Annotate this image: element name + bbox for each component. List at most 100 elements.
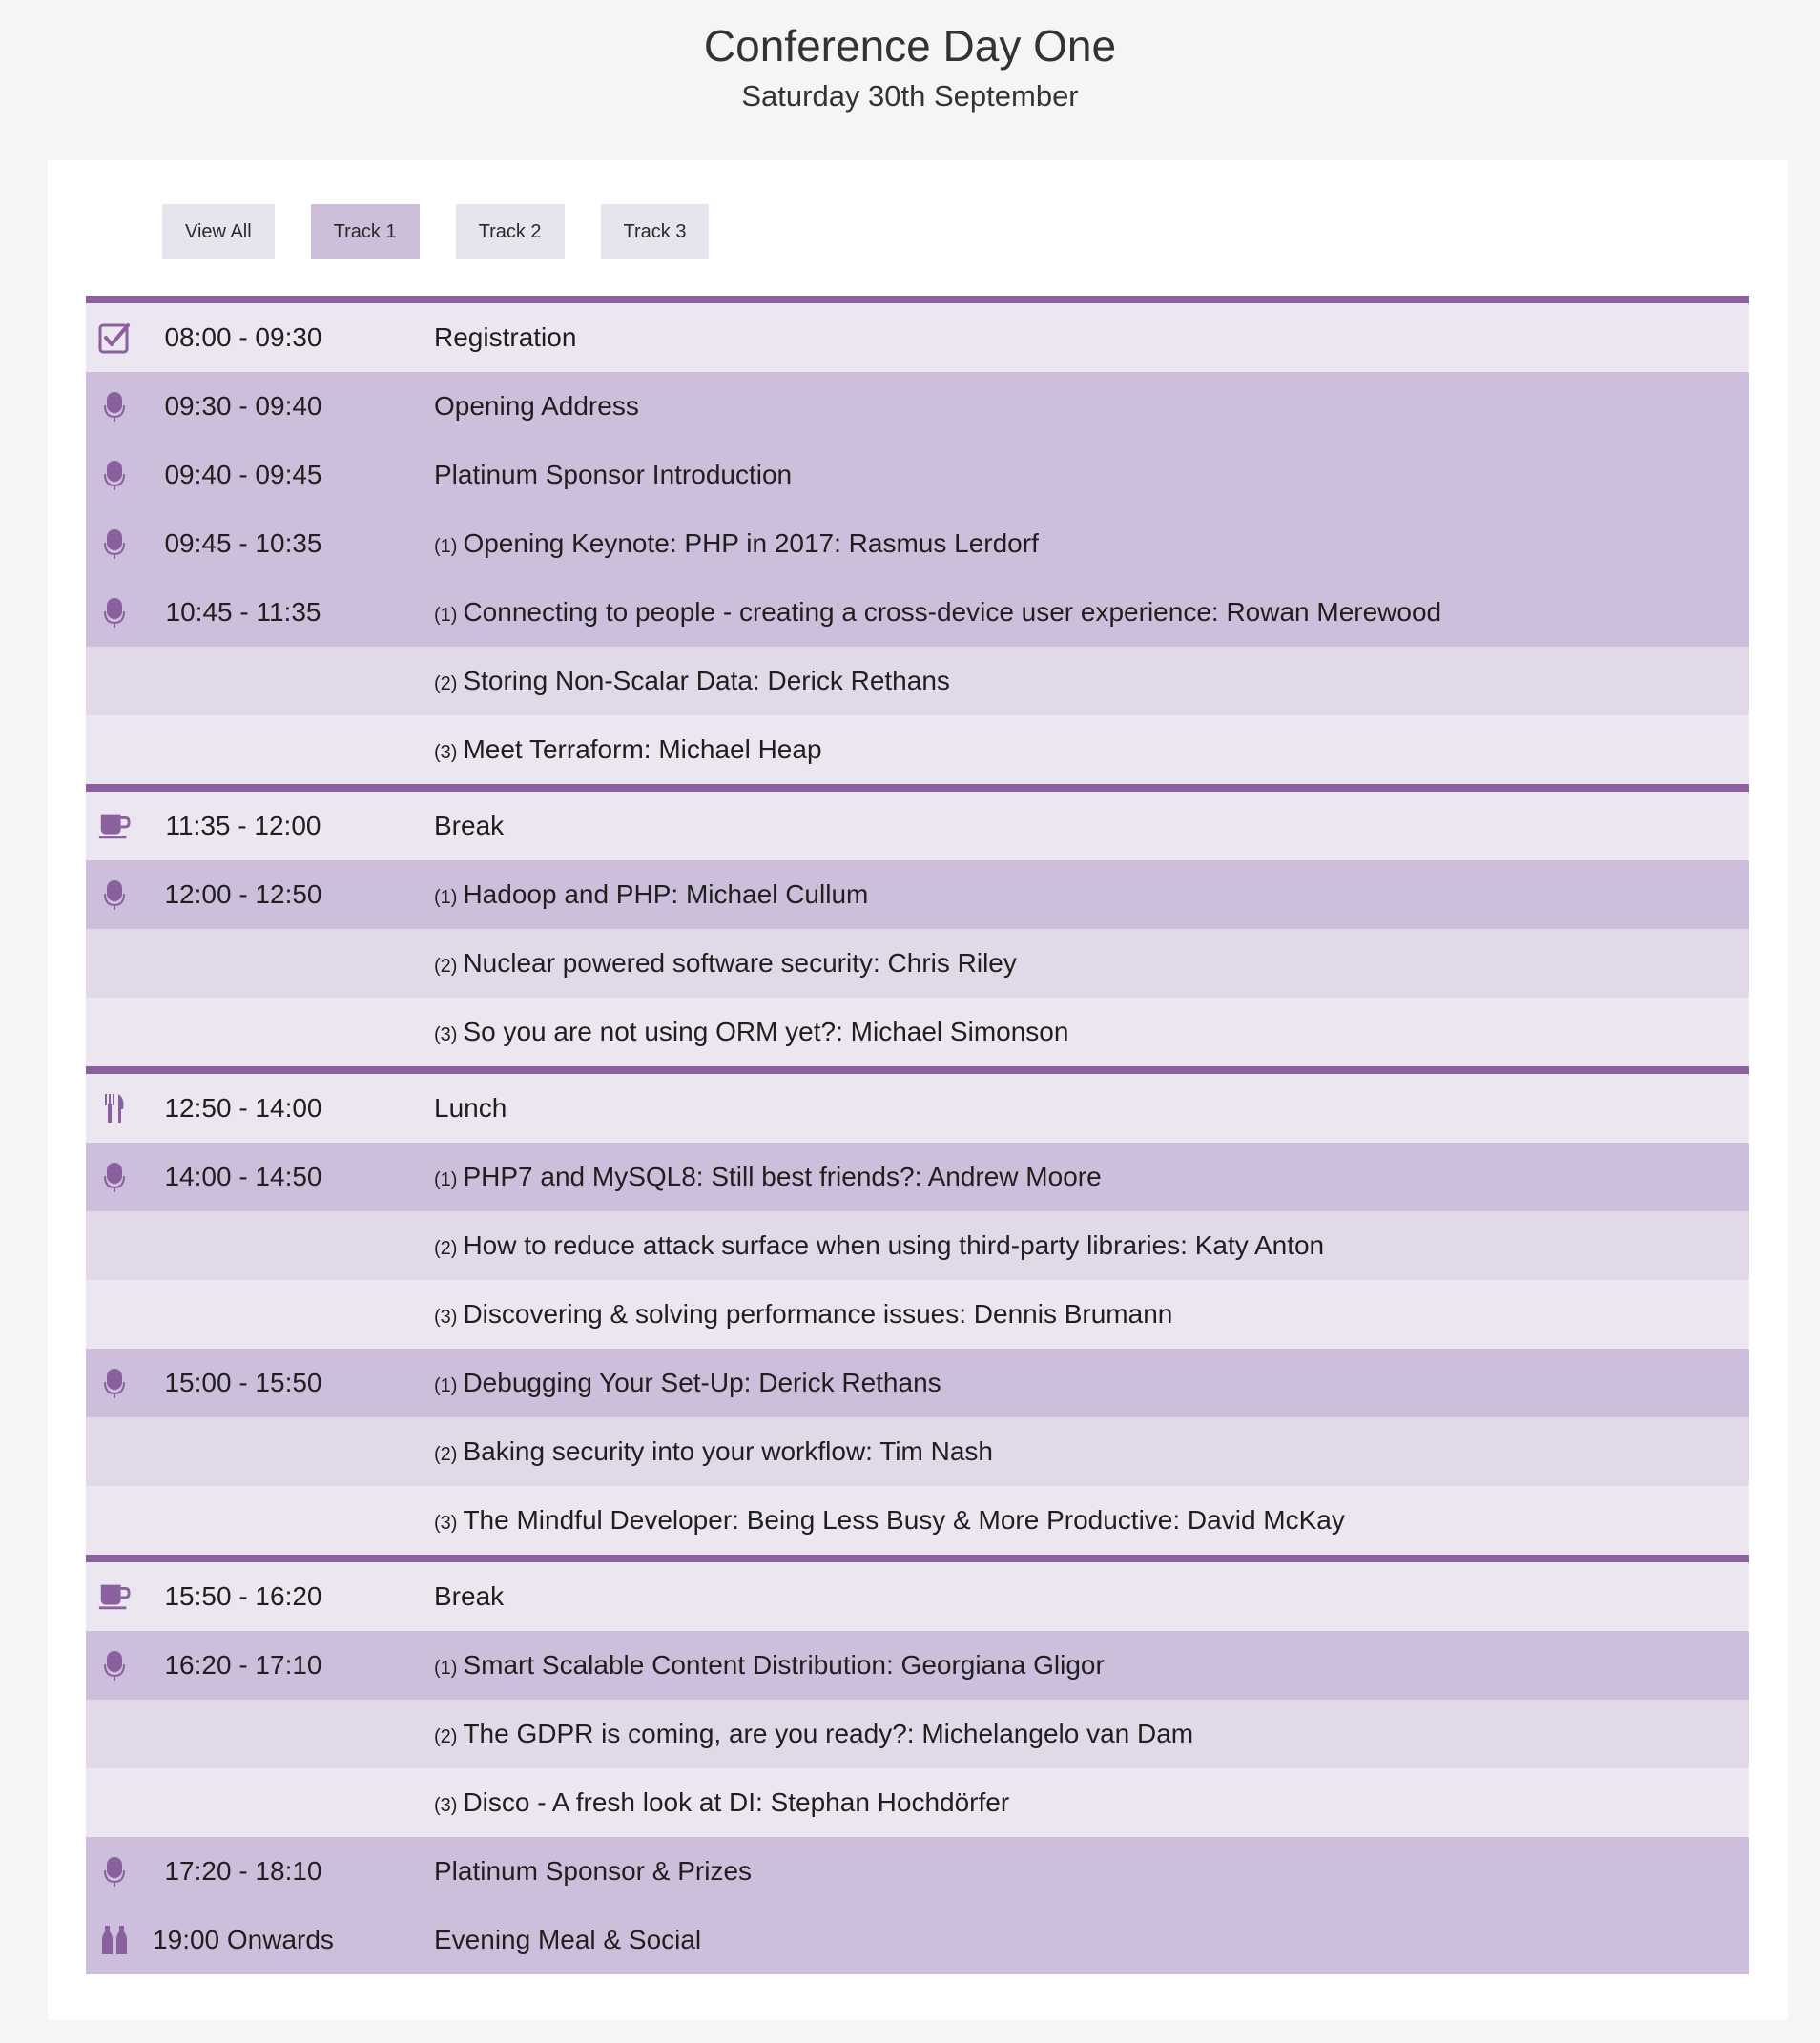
schedule-row: 08:00 - 09:30 Registration [86, 296, 1749, 372]
track-number: (2) [434, 1444, 458, 1465]
session-title: (2) Nuclear powered software security: Ch… [434, 929, 1017, 998]
session-title: (3) The Mindful Developer: Being Less Bus… [434, 1486, 1345, 1555]
microphone-icon [97, 1631, 132, 1700]
schedule-row: 15:00 - 15:50 (1) Debugging Your Set-Up: D… [86, 1349, 1749, 1417]
session-time: 14:00 - 14:50 [164, 1162, 322, 1191]
session-title-text: Smart Scalable Content Distribution: Geo… [463, 1650, 1105, 1680]
track-number: (1) [434, 536, 458, 557]
track-number: (1) [434, 605, 458, 626]
microphone-icon [97, 578, 132, 647]
schedule-row: (2) Baking security into your workflow: T… [86, 1417, 1749, 1486]
schedule-row: 14:00 - 14:50 (1) PHP7 and MySQL8: Still b… [86, 1143, 1749, 1211]
microphone-icon [97, 860, 132, 929]
session-title: Registration [434, 303, 576, 372]
schedule-row: 11:35 - 12:00 Break [86, 784, 1749, 860]
schedule-row: 16:20 - 17:10 (1) Smart Scalable Content D… [86, 1631, 1749, 1700]
schedule-row: 17:20 - 18:10 Platinum Sponsor & Prizes [86, 1837, 1749, 1906]
schedule-row: 09:40 - 09:45 Platinum Sponsor Introducti… [86, 441, 1749, 509]
schedule-row: 19:00 Onwards Evening Meal & Social [86, 1906, 1749, 1974]
coffee-cup-icon [97, 792, 132, 860]
session-title: (3) So you are not using ORM yet?: Michae… [434, 998, 1068, 1066]
session-title-text: Disco - A fresh look at DI: Stephan Hoch… [463, 1787, 1010, 1817]
session-title-text: Lunch [434, 1093, 507, 1123]
schedule-row: 12:00 - 12:50 (1) Hadoop and PHP: Michael … [86, 860, 1749, 929]
session-time: 09:45 - 10:35 [164, 528, 322, 558]
checkbox-icon [97, 303, 132, 372]
session-title: (1) Hadoop and PHP: Michael Cullum [434, 860, 868, 929]
session-time: 11:35 - 12:00 [165, 811, 321, 840]
schedule-row: (3) Discovering & solving performance iss… [86, 1280, 1749, 1349]
session-title: Platinum Sponsor & Prizes [434, 1837, 752, 1906]
schedule-row: 10:45 - 11:35 (1) Connecting to people - c… [86, 578, 1749, 647]
schedule-row: (3) So you are not using ORM yet?: Michae… [86, 998, 1749, 1066]
session-title-text: Registration [434, 322, 577, 352]
session-title-text: PHP7 and MySQL8: Still best friends?: An… [463, 1162, 1102, 1191]
schedule-row: (3) The Mindful Developer: Being Less Bus… [86, 1486, 1749, 1555]
session-title-text: The Mindful Developer: Being Less Busy &… [463, 1505, 1345, 1535]
track-number: (1) [434, 1658, 458, 1679]
microphone-icon [97, 441, 132, 509]
schedule-row: (3) Meet Terraform: Michael Heap [86, 715, 1749, 784]
track-number: (2) [434, 1726, 458, 1747]
track-number: (2) [434, 673, 458, 694]
session-title-text: How to reduce attack surface when using … [463, 1230, 1325, 1260]
session-title: (3) Disco - A fresh look at DI: Stephan H… [434, 1768, 1009, 1837]
microphone-icon [97, 1349, 132, 1417]
session-title-text: Debugging Your Set-Up: Derick Rethans [463, 1368, 941, 1397]
session-title-text: Connecting to people - creating a cross-… [463, 597, 1442, 627]
session-title: Platinum Sponsor Introduction [434, 441, 792, 509]
session-title: (1) Opening Keynote: PHP in 2017: Rasmus … [434, 509, 1039, 578]
track-number: (3) [434, 1795, 458, 1816]
session-time: 12:50 - 14:00 [164, 1093, 322, 1123]
track-number: (3) [434, 1307, 458, 1328]
microphone-icon [97, 509, 132, 578]
cutlery-icon [97, 1074, 132, 1143]
filter-track-3-button[interactable]: Track 3 [600, 204, 710, 259]
session-title-text: Platinum Sponsor Introduction [434, 460, 793, 489]
track-number: (1) [434, 1375, 458, 1396]
session-time: 16:20 - 17:10 [164, 1650, 322, 1680]
session-title: (2) Baking security into your workflow: T… [434, 1417, 993, 1486]
session-title: Opening Address [434, 372, 639, 441]
session-title-text: Opening Address [434, 391, 639, 421]
coffee-cup-icon [97, 1562, 132, 1631]
session-title: (2) How to reduce attack surface when usi… [434, 1211, 1324, 1280]
session-title-text: Break [434, 811, 505, 840]
schedule-row: (2) How to reduce attack surface when usi… [86, 1211, 1749, 1280]
session-title: (3) Meet Terraform: Michael Heap [434, 715, 822, 784]
session-time: 12:00 - 12:50 [164, 879, 322, 909]
session-time: 09:40 - 09:45 [164, 460, 322, 489]
session-title: (2) Storing Non-Scalar Data: Derick Retha… [434, 647, 950, 715]
schedule-row: 12:50 - 14:00 Lunch [86, 1066, 1749, 1143]
filter-track-2-button[interactable]: Track 2 [455, 204, 565, 259]
session-time: 15:50 - 16:20 [164, 1581, 322, 1611]
session-time: 10:45 - 11:35 [165, 597, 321, 627]
session-title-text: Opening Keynote: PHP in 2017: Rasmus Ler… [463, 528, 1039, 558]
session-title: (1) Debugging Your Set-Up: Derick Rethans [434, 1349, 941, 1417]
schedule-row: 09:45 - 10:35 (1) Opening Keynote: PHP in … [86, 509, 1749, 578]
session-title-text: Nuclear powered software security: Chris… [463, 948, 1017, 978]
session-time: 15:00 - 15:50 [164, 1368, 322, 1397]
filter-track-1-button[interactable]: Track 1 [310, 204, 420, 259]
session-title-text: The GDPR is coming, are you ready?: Mich… [463, 1719, 1194, 1748]
session-title-text: Evening Meal & Social [434, 1925, 702, 1954]
track-number: (3) [434, 1024, 458, 1045]
microphone-icon [97, 1143, 132, 1211]
track-number: (1) [434, 1169, 458, 1190]
session-title-text: So you are not using ORM yet?: Michael S… [463, 1017, 1069, 1046]
microphone-icon [97, 1837, 132, 1906]
track-number: (2) [434, 956, 458, 977]
session-time: 17:20 - 18:10 [164, 1856, 322, 1886]
microphone-icon [97, 372, 132, 441]
session-title: (3) Discovering & solving performance iss… [434, 1280, 1172, 1349]
track-number: (1) [434, 887, 458, 908]
session-title-text: Meet Terraform: Michael Heap [463, 734, 822, 764]
session-title-text: Baking security into your workflow: Tim … [463, 1436, 993, 1466]
track-number: (3) [434, 1513, 458, 1534]
session-title-text: Storing Non-Scalar Data: Derick Rethans [463, 666, 950, 695]
session-time: 09:30 - 09:40 [164, 391, 322, 421]
session-title: (1) Smart Scalable Content Distribution: … [434, 1631, 1105, 1700]
session-title-text: Platinum Sponsor & Prizes [434, 1856, 753, 1886]
session-title: Break [434, 792, 504, 860]
filter-view-all-button[interactable]: View All [162, 204, 275, 259]
